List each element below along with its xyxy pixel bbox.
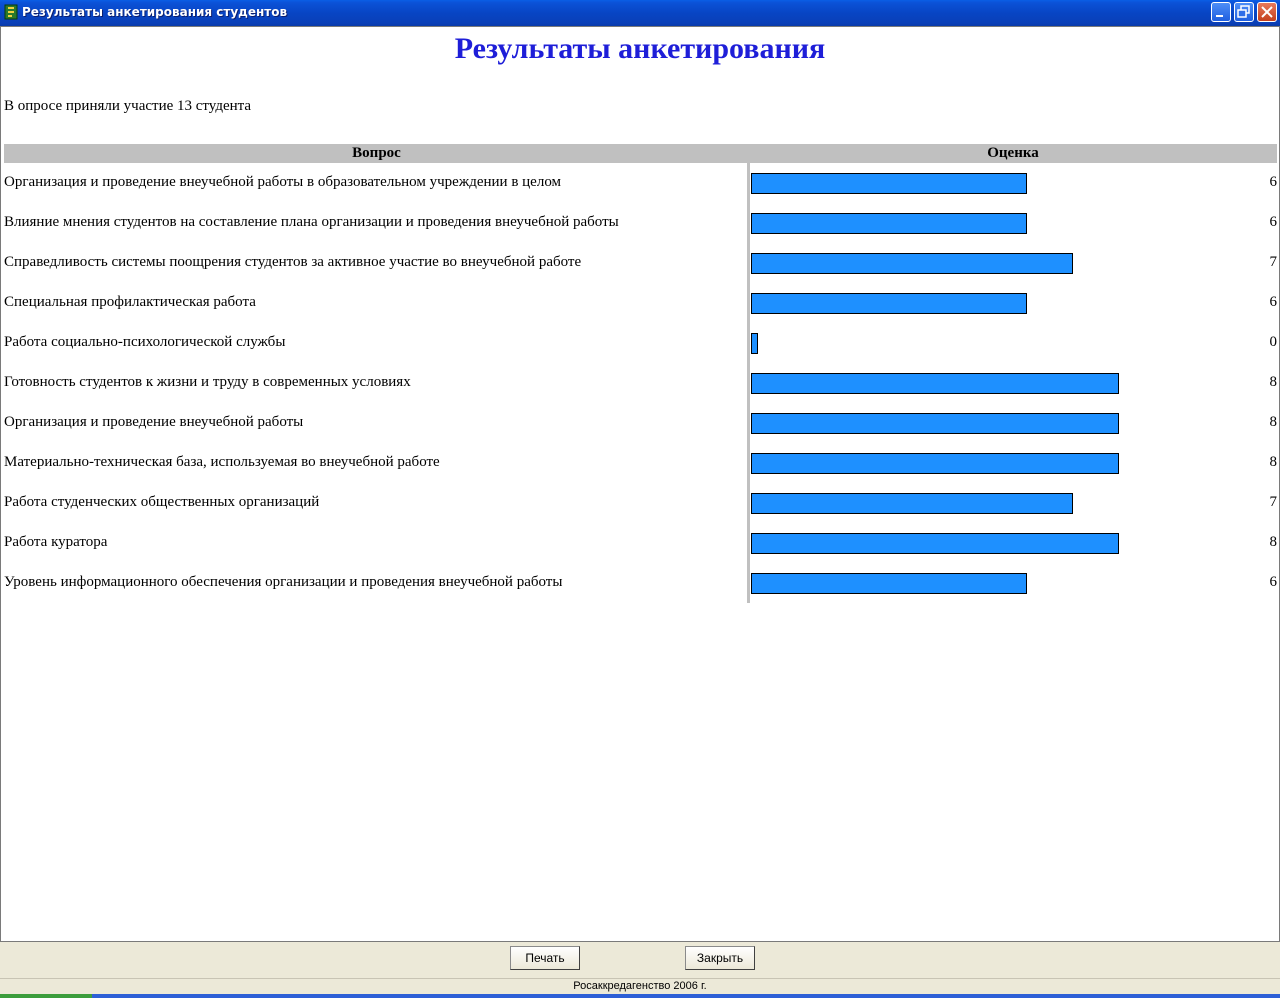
print-button[interactable]: Печать <box>510 946 580 970</box>
table-row: Работа куратора 8 <box>1 523 1279 563</box>
question-text: Уровень информационного обеспечения орга… <box>4 574 563 590</box>
score-value: 6 <box>1269 294 1278 310</box>
score-bar <box>751 253 1073 274</box>
report-area: Результаты анкетирования В опросе принял… <box>0 26 1280 942</box>
score-bar <box>751 293 1027 314</box>
score-value: 6 <box>1269 174 1278 190</box>
score-value: 0 <box>1269 334 1278 350</box>
score-value: 8 <box>1269 534 1278 550</box>
app-icon <box>3 4 19 20</box>
score-bar <box>751 333 758 354</box>
question-text: Работа студенческих общественных организ… <box>4 494 320 510</box>
minimize-icon <box>1216 15 1223 17</box>
question-text: Организация и проведение внеучебной рабо… <box>4 414 304 430</box>
question-text: Материально-техническая база, используем… <box>4 454 440 470</box>
score-bar <box>751 493 1073 514</box>
close-button[interactable]: Закрыть <box>685 946 755 970</box>
score-value: 8 <box>1269 374 1278 390</box>
question-text: Влияние мнения студентов на составление … <box>4 214 619 230</box>
score-bar <box>751 173 1027 194</box>
score-value: 6 <box>1269 214 1278 230</box>
question-text: Справедливость системы поощрения студент… <box>4 254 582 270</box>
results-table: Организация и проведение внеучебной рабо… <box>1 163 1279 603</box>
question-text: Специальная профилактическая работа <box>4 294 256 310</box>
status-text: Росаккредагенство 2006 г. <box>573 980 707 992</box>
score-value: 8 <box>1269 414 1278 430</box>
header-score: Оценка <box>987 145 1039 161</box>
table-row: Организация и проведение внеучебной рабо… <box>1 163 1279 203</box>
table-header: Вопрос Оценка <box>4 144 1277 163</box>
table-row: Влияние мнения студентов на составление … <box>1 203 1279 243</box>
table-row: Готовность студентов к жизни и труду в с… <box>1 363 1279 403</box>
close-icon <box>1261 6 1273 18</box>
minimize-button[interactable] <box>1211 2 1231 22</box>
score-bar <box>751 573 1027 594</box>
score-value: 8 <box>1269 454 1278 470</box>
header-question: Вопрос <box>352 145 401 161</box>
question-text: Работа куратора <box>4 534 108 550</box>
button-panel: Печать Закрыть <box>0 942 1280 978</box>
report-title: Результаты анкетирования <box>454 32 826 65</box>
restore-icon <box>1237 5 1250 18</box>
score-bar <box>751 533 1119 554</box>
score-bar <box>751 373 1119 394</box>
table-row: Работа социально-психологической службы 0 <box>1 323 1279 363</box>
score-value: 7 <box>1269 494 1278 510</box>
start-button[interactable] <box>0 994 92 998</box>
table-row: Работа студенческих общественных организ… <box>1 483 1279 523</box>
table-row: Материально-техническая база, используем… <box>1 443 1279 483</box>
close-window-button[interactable] <box>1257 2 1277 22</box>
window-title: Результаты анкетирования студентов <box>22 5 288 19</box>
score-bar <box>751 453 1119 474</box>
question-text: Организация и проведение внеучебной рабо… <box>4 174 562 190</box>
score-bar <box>751 413 1119 434</box>
taskbar <box>0 994 1280 998</box>
table-row: Специальная профилактическая работа 6 <box>1 283 1279 323</box>
score-value: 6 <box>1269 574 1278 590</box>
score-value: 7 <box>1269 254 1278 270</box>
title-bar[interactable]: Результаты анкетирования студентов <box>0 0 1280 26</box>
restore-button[interactable] <box>1234 2 1254 22</box>
table-row: Организация и проведение внеучебной рабо… <box>1 403 1279 443</box>
status-bar: Росаккредагенство 2006 г. <box>0 978 1280 994</box>
table-row: Уровень информационного обеспечения орга… <box>1 563 1279 603</box>
score-bar <box>751 213 1027 234</box>
participants-text: В опросе приняли участие 13 студента <box>4 98 252 114</box>
question-text: Работа социально-психологической службы <box>4 334 286 350</box>
question-text: Готовность студентов к жизни и труду в с… <box>4 374 411 390</box>
table-row: Справедливость системы поощрения студент… <box>1 243 1279 283</box>
